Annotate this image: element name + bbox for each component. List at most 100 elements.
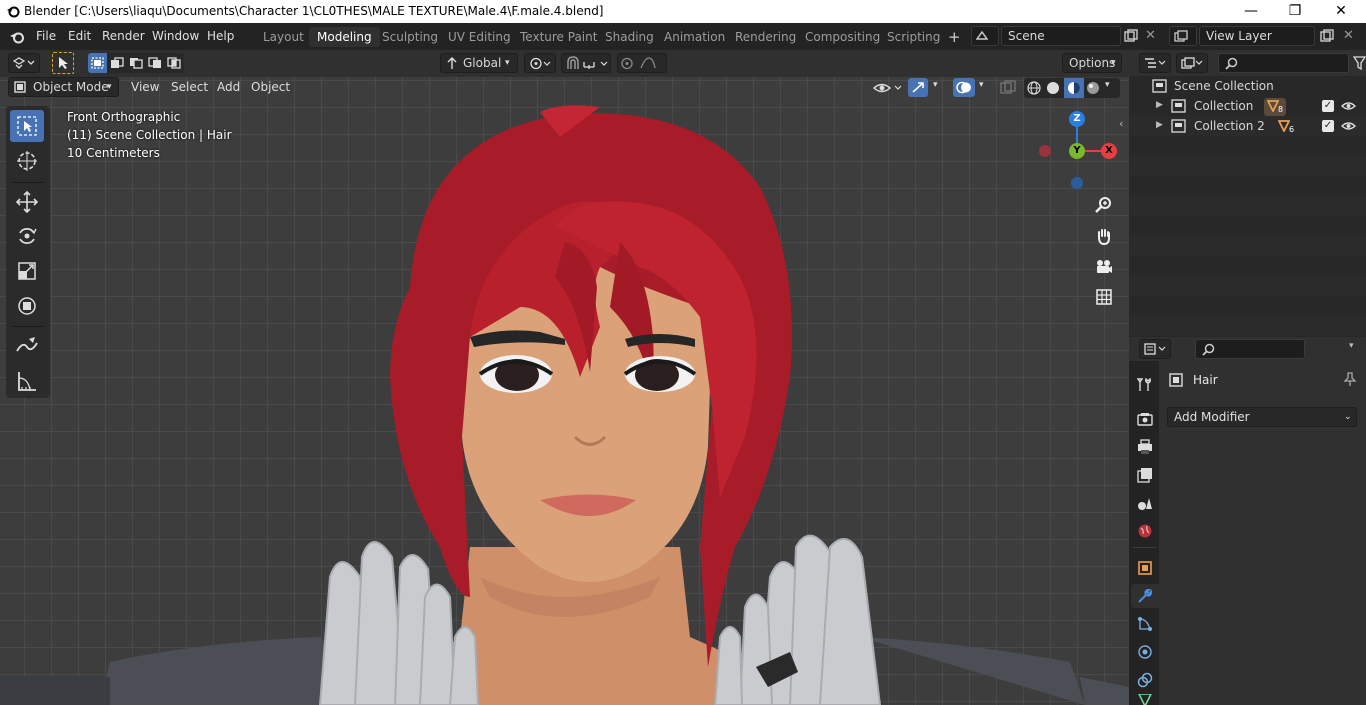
expand-arrow-icon[interactable]: ▶ (1156, 120, 1163, 130)
tool-settings-tab[interactable] (1133, 372, 1157, 396)
constraints-tab[interactable] (1133, 668, 1157, 692)
wireframe-shading-icon[interactable] (1027, 81, 1041, 95)
solid-shading-icon[interactable] (1046, 81, 1060, 95)
expand-arrow-icon[interactable]: ▶ (1156, 100, 1163, 110)
tab-texture-paint[interactable]: Texture Paint (512, 27, 605, 47)
close-button[interactable]: ✕ (1318, 0, 1364, 23)
tab-scripting[interactable]: Scripting (879, 27, 948, 47)
invert-selection-icon[interactable] (148, 57, 162, 69)
menu-file[interactable]: File (36, 23, 56, 50)
visibility-eye-icon[interactable] (873, 80, 903, 96)
add-workspace-button[interactable]: + (940, 27, 969, 47)
world-tab[interactable] (1133, 519, 1157, 543)
exclude-checkbox[interactable]: ✓ (1322, 120, 1334, 132)
menu-add[interactable]: Add (217, 80, 240, 94)
visibility-eye-icon[interactable] (1341, 100, 1356, 112)
chevron-down-icon[interactable]: ▾ (979, 80, 984, 90)
view-layer-field[interactable]: View Layer (1199, 26, 1315, 46)
outliner-collection-row[interactable]: ▶ Collection 2 6 ✓ (1129, 117, 1366, 137)
chevron-down-icon[interactable]: ▾ (1105, 80, 1110, 90)
outliner-scene-collection[interactable]: Scene Collection (1129, 77, 1366, 97)
proportional-edit-group[interactable] (617, 53, 667, 73)
menu-render[interactable]: Render (102, 23, 145, 50)
tab-uv-editing[interactable]: UV Editing (440, 27, 519, 47)
remove-view-layer-icon[interactable]: ✕ (1343, 28, 1354, 43)
view-layer-tab[interactable] (1133, 463, 1157, 487)
tab-shading[interactable]: Shading (597, 27, 662, 47)
chevron-down-icon[interactable]: ▾ (1349, 341, 1354, 351)
xray-toggle-icon[interactable] (1000, 80, 1016, 95)
tab-rendering[interactable]: Rendering (727, 27, 804, 47)
cursor-tool-button[interactable] (10, 145, 44, 177)
scene-selector[interactable] (971, 26, 999, 46)
outliner-collection-row[interactable]: ▶ Collection 8 ✓ (1129, 97, 1366, 117)
overlays-toggle-button[interactable] (953, 78, 975, 97)
properties-search-input[interactable] (1195, 339, 1305, 359)
move-tool-button[interactable] (10, 186, 44, 218)
add-modifier-dropdown[interactable]: Add Modifier ⌄ (1167, 407, 1357, 427)
rendered-shading-icon[interactable] (1086, 81, 1100, 95)
exclude-checkbox[interactable]: ✓ (1322, 100, 1334, 112)
minimize-button[interactable]: — (1228, 0, 1274, 23)
menu-help[interactable]: Help (207, 23, 234, 50)
tab-layout[interactable]: Layout (255, 27, 312, 47)
pin-icon[interactable] (1343, 372, 1357, 387)
pan-hand-icon[interactable] (1090, 222, 1118, 250)
select-tool-button[interactable] (10, 110, 44, 142)
new-scene-icon[interactable] (1124, 29, 1138, 43)
interaction-mode-dropdown[interactable]: Object Mode ▾ (8, 77, 119, 97)
options-dropdown[interactable]: Options ▾ (1062, 53, 1122, 73)
sidebar-toggle-icon[interactable]: ‹ (1119, 117, 1123, 130)
gizmo-z-axis[interactable]: Z (1069, 111, 1085, 127)
maximize-button[interactable]: ❐ (1272, 0, 1318, 23)
new-view-layer-icon[interactable] (1320, 29, 1334, 43)
editor-type-selector[interactable] (8, 53, 40, 73)
outliner-search-input[interactable] (1218, 53, 1349, 73)
filter-icon[interactable] (1353, 56, 1366, 70)
subtract-selection-icon[interactable] (129, 57, 143, 69)
annotate-tool-button[interactable] (10, 330, 44, 362)
extend-selection-icon[interactable] (110, 57, 124, 69)
menu-object[interactable]: Object (251, 80, 290, 94)
menu-edit[interactable]: Edit (68, 23, 91, 50)
gizmo-y-axis[interactable]: Y (1069, 143, 1085, 159)
tab-sculpting[interactable]: Sculpting (374, 27, 446, 47)
tab-compositing[interactable]: Compositing (797, 27, 888, 47)
select-box-tool[interactable] (52, 52, 74, 74)
remove-scene-icon[interactable]: ✕ (1145, 28, 1156, 43)
scale-tool-button[interactable] (10, 255, 44, 287)
snap-group[interactable] (561, 53, 611, 73)
chevron-down-icon[interactable]: ▾ (933, 80, 938, 90)
set-new-selection-button[interactable] (88, 53, 107, 73)
view-layer-selector[interactable] (1169, 26, 1197, 46)
render-tab[interactable] (1133, 407, 1157, 431)
menu-select[interactable]: Select (171, 80, 208, 94)
camera-view-icon[interactable] (1090, 253, 1118, 281)
intersect-selection-icon[interactable] (167, 57, 181, 69)
object-tab[interactable] (1133, 556, 1157, 580)
physics-tab[interactable] (1133, 640, 1157, 664)
material-preview-button[interactable] (1064, 78, 1084, 98)
transform-tool-button[interactable] (10, 290, 44, 322)
pivot-point-dropdown[interactable] (524, 53, 556, 73)
outliner-editor-type[interactable] (1139, 53, 1171, 73)
measure-tool-button[interactable] (10, 365, 44, 397)
zoom-icon[interactable] (1090, 191, 1118, 219)
data-tab[interactable] (1133, 694, 1157, 705)
gizmo-x-axis[interactable]: X (1101, 143, 1117, 159)
output-tab[interactable] (1133, 435, 1157, 459)
blender-menu-icon[interactable] (9, 29, 25, 45)
modifiers-tab[interactable] (1131, 584, 1159, 608)
menu-window[interactable]: Window (152, 23, 199, 50)
visibility-eye-icon[interactable] (1341, 120, 1356, 132)
rotate-tool-button[interactable] (10, 220, 44, 252)
3d-viewport[interactable]: Front Orthographic (11) Scene Collection… (0, 77, 1129, 705)
menu-view[interactable]: View (131, 80, 159, 94)
particles-tab[interactable] (1133, 612, 1157, 636)
display-mode-dropdown[interactable] (1176, 53, 1208, 73)
tab-modeling[interactable]: Modeling (309, 27, 380, 47)
properties-editor-type[interactable] (1139, 339, 1171, 359)
grid-projection-icon[interactable] (1090, 283, 1118, 311)
transform-orientation-dropdown[interactable]: Global ▾ (440, 53, 518, 73)
scene-name-field[interactable]: Scene (1001, 26, 1121, 46)
